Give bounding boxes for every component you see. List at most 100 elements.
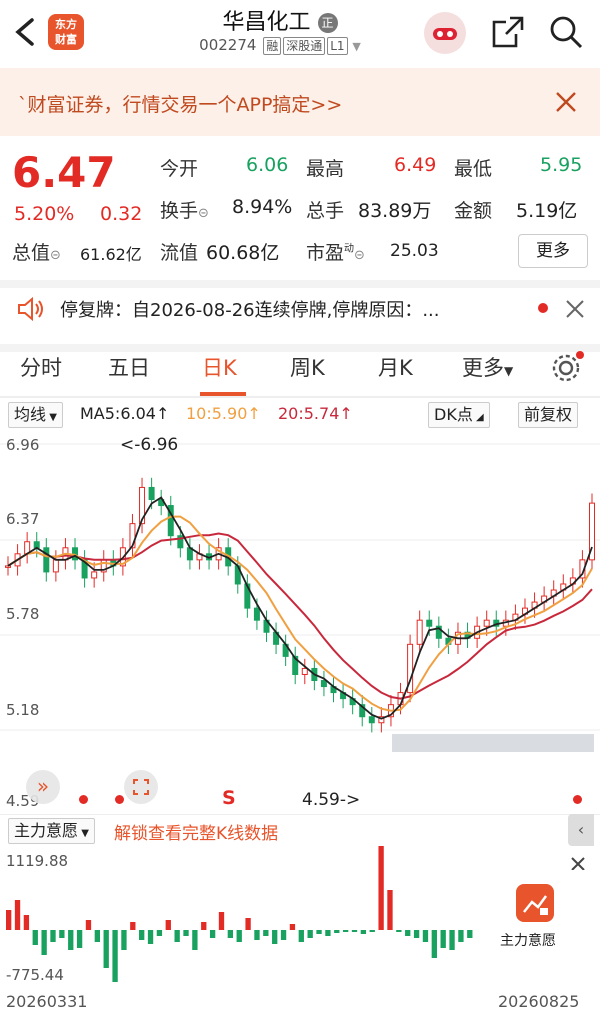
flow-bar: [263, 930, 269, 936]
chart-lock-icon[interactable]: [516, 884, 554, 922]
flow-bar: [307, 930, 313, 938]
collapse-icon[interactable]: ‹: [568, 814, 594, 846]
change-percent: 5.20%: [14, 203, 75, 225]
candle: [52, 559, 59, 573]
open-label: 今开: [160, 158, 199, 180]
high-annotation: <-6.96: [120, 435, 179, 455]
flow-bar: [94, 930, 100, 942]
flow-bar: [103, 930, 109, 968]
flow-bar: [422, 930, 429, 942]
candle: [416, 619, 423, 645]
date-end: 20260825: [498, 992, 580, 1011]
flow-indicator-select[interactable]: 主力意愿 ▼: [8, 818, 95, 844]
tag-margin: 融: [263, 37, 282, 55]
ma5-readout: MA5:6.04↑: [80, 404, 170, 423]
sell-signal[interactable]: S: [222, 787, 236, 809]
flow-bar: [209, 930, 216, 938]
flow-bar: [76, 930, 83, 948]
kline-chart[interactable]: [0, 430, 600, 814]
tab-weekly-k[interactable]: 周K: [290, 352, 325, 382]
ma10-line: [7, 515, 593, 712]
flow-bar: [396, 930, 402, 932]
flow-bar: [50, 930, 56, 942]
dk-zone: [392, 734, 594, 752]
flow-bar: [458, 930, 464, 942]
flow-bar: [130, 922, 136, 930]
flow-bar: [316, 930, 322, 934]
volume-label: 总手: [306, 200, 345, 222]
margin-badge: 正: [317, 13, 338, 33]
flow-max: 1119.88: [6, 852, 69, 870]
y-tick-3: 5.78: [6, 605, 40, 623]
flow-bar: [174, 930, 180, 942]
flow-bar: [112, 930, 118, 982]
flow-bar: [85, 920, 92, 930]
flow-bar: [280, 930, 287, 940]
tab-intraday[interactable]: 分时: [20, 352, 62, 382]
close-icon[interactable]: [564, 298, 586, 320]
candle: [483, 619, 490, 627]
flow-bar: [41, 930, 47, 955]
tab-daily-k[interactable]: 日K: [202, 352, 237, 382]
promo-text[interactable]: `财富证券，行情交易一个APP搞定>>: [18, 90, 342, 117]
flow-bar: [360, 930, 367, 934]
flow-bar: [192, 930, 198, 950]
avatar[interactable]: [424, 12, 466, 54]
info-icon: ⊝: [50, 248, 61, 263]
search-icon[interactable]: [548, 14, 584, 50]
float-cap-label: 流值: [160, 242, 199, 264]
info-icon: ⊝: [198, 206, 209, 221]
ma20-line: [7, 532, 593, 700]
unlock-link[interactable]: 解锁查看完整K线数据: [114, 819, 278, 844]
more-button[interactable]: 更多: [518, 234, 588, 268]
flow-bar: [236, 930, 242, 942]
market-cap-value: 61.62亿: [80, 245, 142, 264]
flow-bar: [272, 930, 278, 944]
ma10-readout: 10:5.90↑: [186, 404, 261, 423]
candle: [148, 486, 155, 501]
dk-point-button[interactable]: DK点 ◢: [428, 402, 490, 428]
flow-bar: [218, 912, 225, 930]
flow-bar: [156, 930, 163, 936]
candle: [320, 680, 327, 688]
candles: [5, 477, 595, 733]
y-tick-1: 6.96: [6, 436, 40, 454]
share-icon[interactable]: [490, 14, 526, 50]
tab-more[interactable]: 更多▼: [462, 352, 513, 382]
amount-value: 5.19亿: [516, 200, 578, 222]
notice-text[interactable]: 停复牌：自2026-08-26连续停牌,停牌原因：...: [60, 296, 440, 322]
flow-bar: [6, 910, 12, 930]
chevron-down-icon[interactable]: ▼: [352, 40, 360, 53]
flow-bar: [139, 930, 145, 940]
low-value: 5.95: [540, 154, 583, 176]
candle: [43, 547, 50, 573]
tag-connect: 深股通: [283, 37, 326, 55]
event-dot[interactable]: [573, 795, 582, 804]
fullscreen-icon[interactable]: [124, 770, 158, 804]
flow-bar: [440, 930, 446, 948]
pe-label: 市盈动⊝: [306, 242, 365, 264]
gear-icon[interactable]: [550, 350, 584, 384]
y-tick-4: 5.18: [6, 701, 40, 719]
candle: [5, 565, 11, 568]
flow-bar: [147, 930, 154, 944]
flow-bar: [298, 930, 304, 942]
close-icon[interactable]: [552, 88, 580, 116]
tab-monthly-k[interactable]: 月K: [378, 352, 413, 382]
indicator-select[interactable]: 均线 ▼: [8, 402, 63, 428]
flow-bar: [467, 930, 473, 938]
flow-bar: [245, 918, 251, 930]
flow-bar: [201, 922, 207, 930]
adjust-select[interactable]: 前复权: [518, 402, 579, 428]
flow-bar: [405, 930, 411, 936]
event-dot[interactable]: [115, 795, 124, 804]
last-price: 6.47: [12, 148, 116, 197]
amount-label: 金额: [454, 200, 493, 222]
event-dot[interactable]: [79, 795, 88, 804]
open-value: 6.06: [246, 154, 289, 176]
speaker-icon: [18, 296, 43, 322]
tab-five-day[interactable]: 五日: [108, 352, 150, 382]
expand-left-icon[interactable]: »: [26, 770, 60, 804]
back-arrow-icon[interactable]: [10, 12, 40, 52]
main-force-card-label[interactable]: 主力意愿: [500, 930, 556, 950]
